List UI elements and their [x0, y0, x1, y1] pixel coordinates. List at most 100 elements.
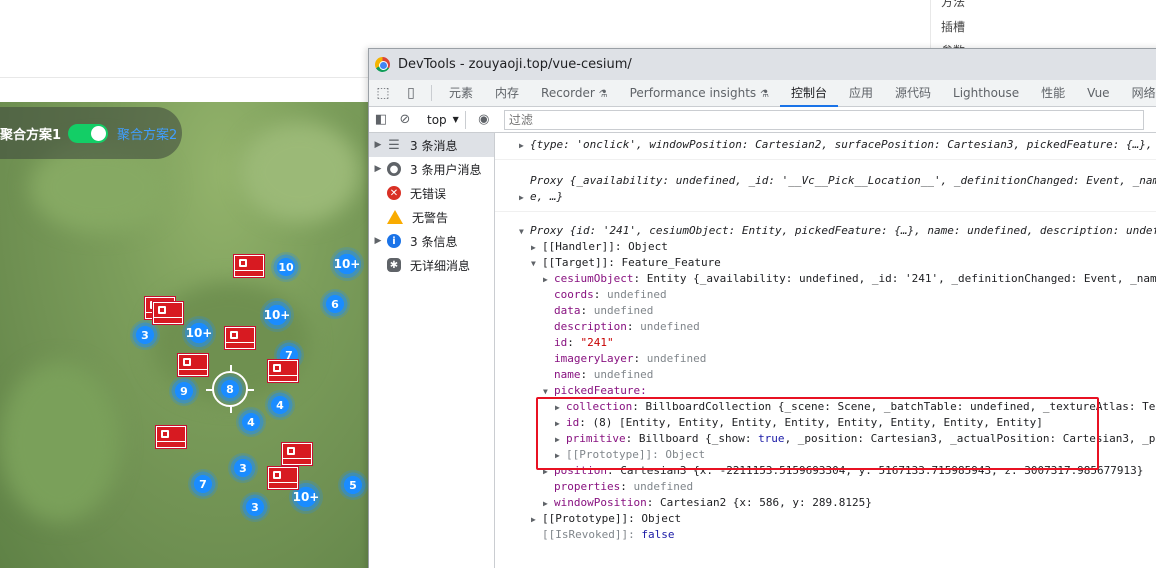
expand-arrow-icon[interactable]: ▶	[369, 164, 387, 174]
expand-arrow-icon[interactable]: ▶	[369, 236, 387, 246]
tab-elements[interactable]: 元素	[438, 80, 484, 107]
sidebar-item-user-messages[interactable]: ▶ ● 3 条用户消息	[369, 157, 494, 181]
inspect-element-icon[interactable]: ⬚	[369, 80, 397, 107]
cluster-selected[interactable]: 8	[215, 374, 245, 404]
flood-marker-icon[interactable]	[155, 425, 187, 449]
console-message-2-cont: ▶ e, …}	[519, 189, 563, 206]
console-filter-input[interactable]	[503, 109, 1144, 130]
tree-value: undefined	[593, 304, 654, 317]
tree-target[interactable]: ▼ [[Target]]: Feature_Feature	[531, 255, 721, 272]
flood-marker-icon[interactable]	[224, 326, 256, 350]
map-cluster[interactable]: 7	[188, 469, 218, 499]
collapse-arrow-icon[interactable]: ▼	[519, 224, 530, 240]
tree-value: : Entity {_availability: undefined, _id:…	[633, 272, 1156, 285]
tree-cesium-object[interactable]: ▶ cesiumObject: Entity {_availability: un…	[543, 271, 1156, 288]
tree-key: [[IsRevoked]]:	[542, 528, 635, 541]
sidebar-item-verbose[interactable]: ✱ 无详细消息	[369, 253, 494, 277]
tree-properties: properties: undefined	[554, 480, 694, 493]
tab-lighthouse[interactable]: Lighthouse	[942, 80, 1030, 107]
tab-performance-insights[interactable]: Performance insights ⚗	[619, 80, 780, 107]
chevron-down-icon: ▼	[452, 115, 459, 124]
context-selector[interactable]: top ▼	[421, 110, 466, 129]
map-cluster[interactable]: 10	[271, 252, 301, 282]
flood-marker-icon[interactable]	[152, 301, 184, 325]
console-output[interactable]: [ ▶{type: 'onclick', windowPosition: Car…	[495, 133, 1156, 568]
user-icon: ●	[387, 162, 401, 176]
devtools-window: DevTools - zouyaoji.top/vue-cesium/ ⬚ ▯ …	[368, 48, 1156, 568]
tree-key: coords	[554, 288, 594, 301]
tree-label: [[Prototype]]: Object	[542, 512, 682, 525]
window-title: DevTools - zouyaoji.top/vue-cesium/	[398, 57, 632, 72]
sidebar-item-label: 无错误	[410, 186, 447, 201]
flood-marker-icon[interactable]	[267, 466, 299, 490]
tree-window-position[interactable]: ▶ windowPosition: Cartesian2 {x: 586, y: …	[543, 495, 872, 512]
map-cluster[interactable]: 3	[228, 453, 258, 483]
pick-location-crosshair: 8	[206, 365, 254, 413]
sidebar-item-methods[interactable]: 方法	[941, 0, 965, 10]
flood-marker-icon[interactable]	[233, 254, 265, 278]
tree-key: data	[554, 304, 581, 317]
context-value: top	[427, 112, 447, 127]
clear-console-icon[interactable]: ⊘	[393, 107, 417, 133]
tree-value: undefined	[607, 288, 667, 301]
tab-vue[interactable]: Vue	[1076, 80, 1120, 107]
tree-prototype-2[interactable]: ▶ [[Prototype]]: Object	[531, 511, 681, 528]
flood-marker-icon[interactable]	[281, 442, 313, 466]
tree-key: name	[554, 368, 581, 381]
expand-arrow-icon[interactable]: ▶	[519, 138, 530, 154]
chrome-icon	[375, 57, 390, 72]
live-expression-eye-icon[interactable]: ◉	[472, 107, 496, 133]
info-icon: i	[387, 234, 401, 248]
map-cluster[interactable]: 6	[320, 289, 350, 319]
map-cluster[interactable]: 4	[236, 407, 266, 437]
devtools-tabbar: ⬚ ▯ 元素 内存 Recorder ⚗ Performance insight…	[369, 80, 1156, 107]
tree-key: pickedFeature:	[554, 384, 647, 397]
flood-marker-icon[interactable]	[267, 359, 299, 383]
flood-marker-icon[interactable]	[177, 353, 209, 377]
sidebar-item-warnings[interactable]: 无警告	[369, 205, 494, 229]
console-message-2[interactable]: ▶Proxy {_availability: undefined, _id: '…	[519, 173, 1156, 190]
map-cluster[interactable]: 3	[240, 492, 270, 522]
doc-sidebar: 方法 插槽 参数	[930, 0, 1156, 58]
expand-arrow-icon[interactable]: ▶	[369, 140, 387, 150]
cluster-toggle-switch[interactable]	[68, 124, 108, 143]
device-toolbar-icon[interactable]: ▯	[397, 80, 425, 107]
sidebar-item-info[interactable]: ▶ i 3 条信息	[369, 229, 494, 253]
tree-value-bool: false	[641, 528, 675, 541]
tab-application[interactable]: 应用	[838, 80, 884, 107]
tab-performance[interactable]: 性能	[1030, 80, 1076, 107]
expand-arrow-icon[interactable]: ▶	[519, 190, 530, 206]
map-cluster[interactable]: 4	[265, 390, 295, 420]
tab-console-label: 控制台	[790, 85, 827, 100]
console-message-1[interactable]: ▶ {type: 'onclick', windowPosition: Carte…	[519, 137, 1153, 154]
map-cluster[interactable]: 9	[169, 376, 199, 406]
tab-console[interactable]: 控制台	[779, 80, 838, 107]
screen: 方法 插槽 参数 聚合方案1 聚合方案2 1010+6310+10+794437…	[0, 0, 1156, 568]
tree-description: description: undefined	[554, 320, 700, 333]
bug-icon: ✱	[387, 258, 401, 272]
map-cluster[interactable]: 10+	[260, 298, 294, 332]
message-text: Proxy {_availability: undefined, _id: '_…	[530, 174, 1156, 187]
console-message-3[interactable]: ▼ Proxy {id: '241', cesiumObject: Entity,…	[519, 223, 1156, 240]
sidebar-item-errors[interactable]: ✕ 无错误	[369, 181, 494, 205]
tree-handler[interactable]: ▶ [[Handler]]: Object	[531, 239, 668, 256]
map-cluster[interactable]: 10+	[182, 316, 216, 350]
tab-network[interactable]: 网络	[1121, 80, 1156, 107]
tab-sources[interactable]: 源代码	[884, 80, 942, 107]
tree-key: windowPosition	[554, 496, 647, 509]
tab-memory[interactable]: 内存	[484, 80, 530, 107]
message-text: {type: 'onclick', windowPosition: Cartes…	[530, 138, 1153, 151]
list-icon: ☰	[388, 137, 400, 153]
sidebar-item-label: 3 条用户消息	[410, 162, 482, 177]
error-icon: ✕	[387, 186, 401, 200]
tree-value: undefined	[640, 320, 700, 333]
console-toolbar: ◧ ⊘ top ▼ ◉	[369, 107, 1156, 133]
toggle-sidebar-icon[interactable]: ◧	[369, 107, 393, 133]
warning-icon	[387, 210, 403, 224]
map-cluster[interactable]: 10+	[330, 247, 364, 281]
tab-recorder[interactable]: Recorder ⚗	[530, 80, 619, 107]
map-cluster[interactable]: 5	[338, 470, 368, 500]
tree-is-revoked: [[IsRevoked]]: false	[542, 527, 674, 543]
sidebar-item-slots[interactable]: 插槽	[941, 18, 965, 35]
sidebar-item-messages[interactable]: ▶ ☰ 3 条消息	[369, 133, 494, 157]
